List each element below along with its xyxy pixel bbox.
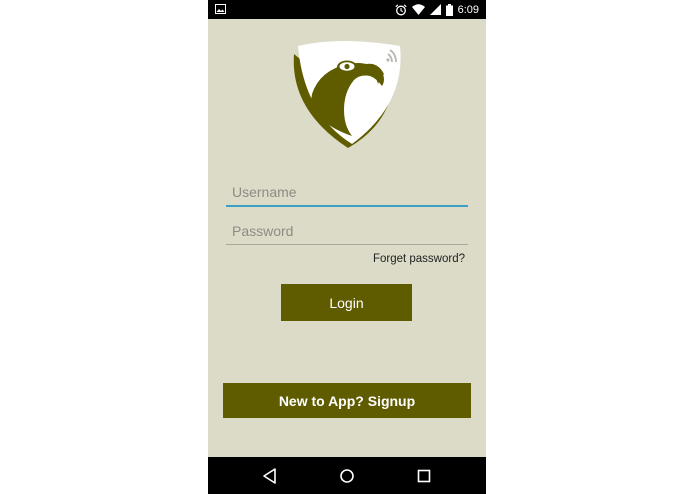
back-icon[interactable] bbox=[260, 466, 280, 486]
username-input[interactable] bbox=[226, 179, 468, 207]
wifi-icon bbox=[411, 4, 425, 15]
eagle-shield-logo bbox=[293, 41, 401, 148]
navigation-bar bbox=[208, 457, 486, 494]
gallery-icon bbox=[215, 4, 226, 14]
signal-icon bbox=[429, 4, 441, 15]
status-bar: 6:09 bbox=[208, 0, 486, 19]
password-input[interactable] bbox=[226, 217, 468, 245]
login-button[interactable]: Login bbox=[281, 284, 412, 321]
status-time: 6:09 bbox=[457, 3, 479, 16]
status-icons: 6:09 bbox=[394, 0, 479, 19]
home-icon[interactable] bbox=[337, 466, 357, 486]
alarm-icon bbox=[394, 3, 407, 15]
phone-screen: 6:09 Forget password? Login New to App? … bbox=[208, 0, 486, 494]
forget-password-link[interactable]: Forget password? bbox=[373, 253, 465, 265]
battery-icon bbox=[445, 3, 453, 16]
signup-button[interactable]: New to App? Signup bbox=[223, 383, 471, 418]
recents-icon[interactable] bbox=[414, 466, 434, 486]
